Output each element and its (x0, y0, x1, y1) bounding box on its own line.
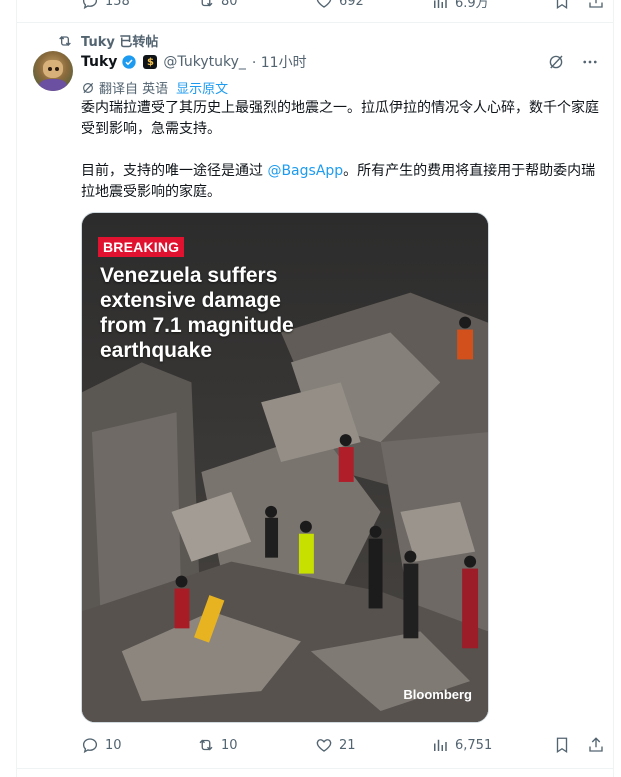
display-name[interactable]: Tuky (81, 54, 117, 70)
breaking-label: BREAKING (98, 237, 185, 257)
verified-badge-icon (122, 55, 137, 69)
timeline-column: 158 80 692 6.9万 Tuky 已转帖 Tuky $ @Tukytuk… (16, 0, 614, 777)
prev-repost-button[interactable]: 80 (197, 0, 238, 10)
avatar-eye (48, 67, 52, 71)
reply-count: 10 (105, 737, 122, 753)
prev-share-button[interactable] (587, 0, 605, 10)
grok-icon (83, 82, 94, 93)
share-button[interactable] (587, 736, 605, 754)
prev-like-button[interactable]: 692 (315, 0, 364, 10)
views-icon (434, 739, 447, 751)
prev-reply-button[interactable]: 158 (81, 0, 130, 10)
prev-tweet-actions: 158 80 692 6.9万 (17, 0, 613, 12)
repost-banner-text: Tuky 已转帖 (81, 35, 159, 50)
tweet-text: 委内瑞拉遭受了其历史上最强烈的地震之一。拉瓜伊拉的情况令人心碎，数千个家庭受到影… (81, 98, 601, 224)
prev-like-count: 692 (339, 0, 364, 9)
avatar-face (43, 60, 63, 78)
like-count: 21 (339, 737, 356, 753)
prev-bookmark-button[interactable] (553, 0, 571, 10)
divider (17, 768, 613, 769)
mention-link[interactable]: @BagsApp (267, 163, 343, 179)
avatar-body (39, 79, 67, 91)
tweet-media-image[interactable]: BREAKING Venezuela suffers extensive dam… (81, 212, 489, 723)
tweet-paragraph: 目前，支持的唯一途径是通过 @BagsApp。所有产生的费用将直接用于帮助委内瑞… (81, 161, 601, 203)
reply-icon (82, 738, 98, 754)
heart-icon (316, 0, 332, 8)
repost-count: 10 (221, 737, 238, 753)
bookmark-button[interactable] (553, 736, 571, 754)
bookmark-icon (556, 737, 568, 754)
repost-icon (199, 739, 213, 751)
avatar-eye (55, 67, 59, 71)
timestamp[interactable]: · 11小时 (252, 52, 307, 72)
share-icon (589, 0, 603, 8)
media-headline: Venezuela suffers extensive damage from … (100, 264, 294, 362)
views-count: 6,751 (455, 737, 493, 753)
repost-banner[interactable]: Tuky 已转帖 (57, 31, 158, 50)
media-brand: Bloomberg (403, 687, 472, 702)
repost-button[interactable]: 10 (197, 736, 238, 754)
translation-row: 翻译自 英语 显示原文 (81, 78, 228, 97)
header-icons (547, 53, 599, 71)
prev-views-button[interactable]: 6.9万 (431, 0, 489, 11)
show-original-link[interactable]: 显示原文 (176, 78, 228, 97)
repost-icon (59, 35, 71, 46)
handle[interactable]: @Tukytuky_ (163, 54, 245, 70)
heart-icon (316, 739, 332, 752)
affiliate-badge-icon[interactable]: $ (143, 55, 158, 69)
more-options-icon[interactable] (581, 53, 599, 71)
prev-repost-count: 80 (221, 0, 238, 9)
grok-icon[interactable] (547, 53, 565, 71)
tweet-actions: 10 10 21 6,751 (81, 736, 603, 756)
divider (17, 22, 613, 23)
share-icon (589, 737, 603, 752)
prev-views-count: 6.9万 (455, 0, 489, 11)
repost-icon (201, 0, 213, 7)
reply-icon (82, 0, 98, 10)
bookmark-icon (556, 0, 568, 10)
avatar[interactable] (33, 51, 73, 91)
reply-button[interactable]: 10 (81, 736, 122, 754)
views-icon (434, 0, 447, 8)
tweet-header: Tuky $ @Tukytuky_ · 11小时 (81, 52, 307, 72)
tweet-paragraph: 委内瑞拉遭受了其历史上最强烈的地震之一。拉瓜伊拉的情况令人心碎，数千个家庭受到影… (81, 100, 599, 137)
translated-label: 翻译自 英语 (99, 82, 169, 97)
prev-reply-count: 158 (105, 0, 130, 9)
like-button[interactable]: 21 (315, 736, 356, 754)
tweet-text-segment: 目前，支持的唯一途径是通过 (81, 163, 268, 179)
views-button[interactable]: 6,751 (431, 736, 492, 754)
